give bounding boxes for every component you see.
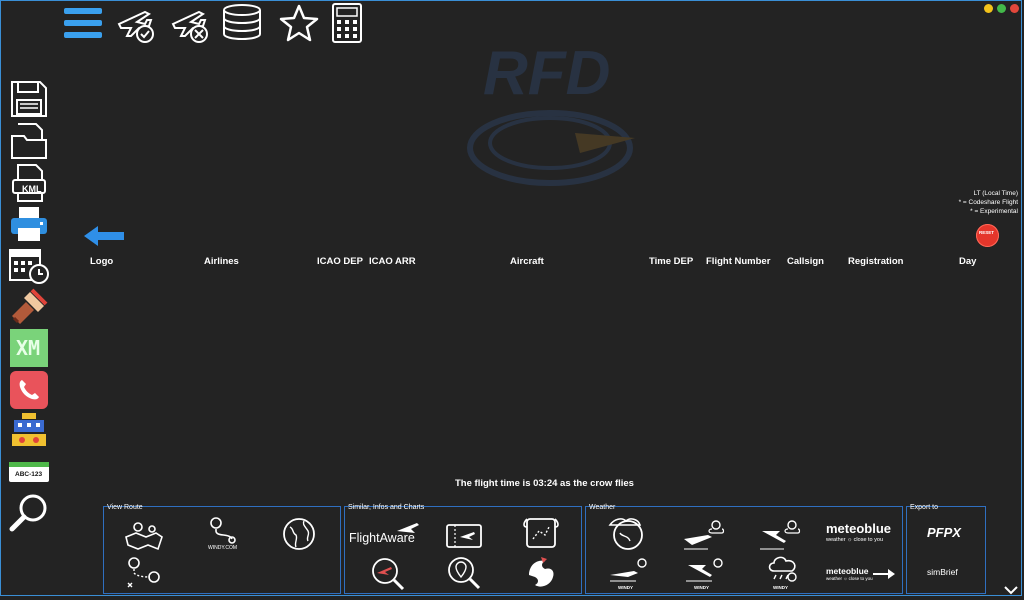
windy-route-icon (210, 517, 236, 544)
registration-plate-button[interactable]: ABC-123 (9, 453, 49, 491)
flight-time-text: The flight time is 03:24 as the crow fli… (455, 478, 634, 489)
paint-brush-icon (12, 288, 48, 324)
world-weather-icon[interactable] (608, 515, 646, 551)
windy-label-3: WINDY (773, 585, 788, 590)
menu-button[interactable] (64, 7, 102, 44)
kml-label: KML (22, 184, 42, 194)
meteoblue-label-2: meteoblue (826, 566, 869, 576)
header-airlines[interactable]: Airlines (204, 256, 239, 267)
header-flight-number[interactable]: Flight Number (706, 256, 770, 267)
arrow-left-icon (84, 226, 124, 246)
header-logo[interactable]: Logo (90, 256, 113, 267)
meteoblue-tagline: weather ☼ close to you (826, 537, 884, 543)
print-icon (11, 207, 47, 241)
header-day[interactable]: Day (959, 256, 976, 267)
reset-label: RESET (979, 230, 995, 235)
header-icao-dep[interactable]: ICAO DEP (317, 256, 363, 267)
back-button[interactable] (84, 226, 124, 251)
header-time-dep[interactable]: Time DEP (649, 256, 693, 267)
open-button[interactable] (9, 122, 49, 160)
globe-icon[interactable] (282, 517, 316, 551)
header-aircraft[interactable]: Aircraft (510, 256, 544, 267)
simbrief-label: simBrief (927, 567, 958, 577)
export-title: Export to (910, 504, 939, 511)
favorites-button[interactable] (278, 4, 320, 47)
windy-label-2: WINDY (694, 585, 709, 590)
meteoblue-tagline-2: weather ☼ close to you (826, 576, 873, 581)
header-registration[interactable]: Registration (848, 256, 903, 267)
rfd-watermark: RFD (455, 38, 645, 188)
bird-logo-icon[interactable] (525, 555, 559, 591)
menu-icon (64, 8, 102, 38)
flight-cancelled-icon (171, 10, 208, 43)
weather-panel: Weather meteoblue weather ☼ close to you… (585, 504, 903, 594)
calculator-button[interactable] (332, 3, 362, 48)
calculator-icon (332, 3, 362, 43)
pfpx-label: PFPX (927, 525, 961, 540)
search-button[interactable] (9, 494, 49, 532)
flight-confirmed-icon (117, 10, 154, 43)
calendar-clock-icon (9, 249, 49, 284)
legend-codeshare: * = Codeshare Flight (958, 199, 1018, 206)
route-pins-icon[interactable] (124, 555, 162, 591)
vehicle-button[interactable] (9, 412, 49, 450)
save-icon (11, 81, 47, 117)
confirmed-flights-button[interactable] (115, 6, 157, 49)
ticket-icon[interactable] (445, 523, 483, 549)
similar-panel: Similar, Infos and Charts FlightAware (344, 504, 582, 594)
view-route-panel: View Route WINDY.COM (103, 504, 341, 594)
location-search-icon[interactable] (445, 555, 481, 591)
vehicle-icon (12, 413, 46, 446)
windy-departure-icon (610, 558, 647, 582)
meteoblue-label: meteoblue (826, 521, 892, 536)
save-button[interactable] (9, 80, 49, 118)
maximize-button[interactable] (997, 4, 1006, 13)
chart-map-icon[interactable] (523, 515, 559, 551)
flightaware-plane-icon (397, 523, 419, 533)
plate-label: ABC-123 (15, 471, 43, 478)
rain-location-icon (768, 556, 797, 582)
windy-label-1: WINDY (618, 585, 633, 590)
star-icon (279, 4, 319, 42)
close-button[interactable] (1010, 4, 1019, 13)
weather-title: Weather (589, 504, 616, 511)
windy-com-label: WINDY.COM (208, 545, 238, 551)
theme-button[interactable] (9, 288, 49, 326)
reset-button[interactable]: RESET (976, 224, 999, 247)
flight-search-icon[interactable] (367, 555, 407, 591)
cancelled-flights-button[interactable] (169, 6, 211, 49)
watermark-text: RFD (483, 39, 611, 108)
print-button[interactable] (9, 205, 49, 243)
database-button[interactable] (221, 3, 263, 46)
expand-button[interactable] (1004, 582, 1018, 600)
xm-button[interactable]: XM (9, 329, 49, 367)
header-icao-arr[interactable]: ICAO ARR (369, 256, 416, 267)
kml-export-button[interactable]: KML (9, 164, 49, 202)
windy-arrival-icon (686, 558, 723, 582)
departure-weather-icon[interactable] (682, 517, 726, 551)
xm-label: XM (16, 336, 41, 360)
route-map-icon[interactable] (124, 519, 164, 551)
view-route-title: View Route (107, 504, 143, 511)
legend-local-time: LT (Local Time) (973, 190, 1018, 197)
similar-title: Similar, Infos and Charts (348, 504, 425, 511)
arrival-weather-icon[interactable] (758, 517, 802, 551)
search-icon (9, 494, 47, 532)
contact-button[interactable] (9, 371, 49, 409)
database-icon (223, 4, 261, 41)
arrow-right-icon (873, 569, 895, 579)
kml-file-icon (12, 164, 46, 202)
phone-icon (10, 371, 48, 409)
legend-experimental: * = Experimental (970, 208, 1018, 215)
open-folder-icon (11, 123, 47, 159)
header-callsign[interactable]: Callsign (787, 256, 824, 267)
calendar-button[interactable] (9, 246, 49, 284)
export-panel: Export to PFPX simBrief (906, 504, 986, 594)
chevron-down-icon (1004, 586, 1018, 595)
minimize-button[interactable] (984, 4, 993, 13)
